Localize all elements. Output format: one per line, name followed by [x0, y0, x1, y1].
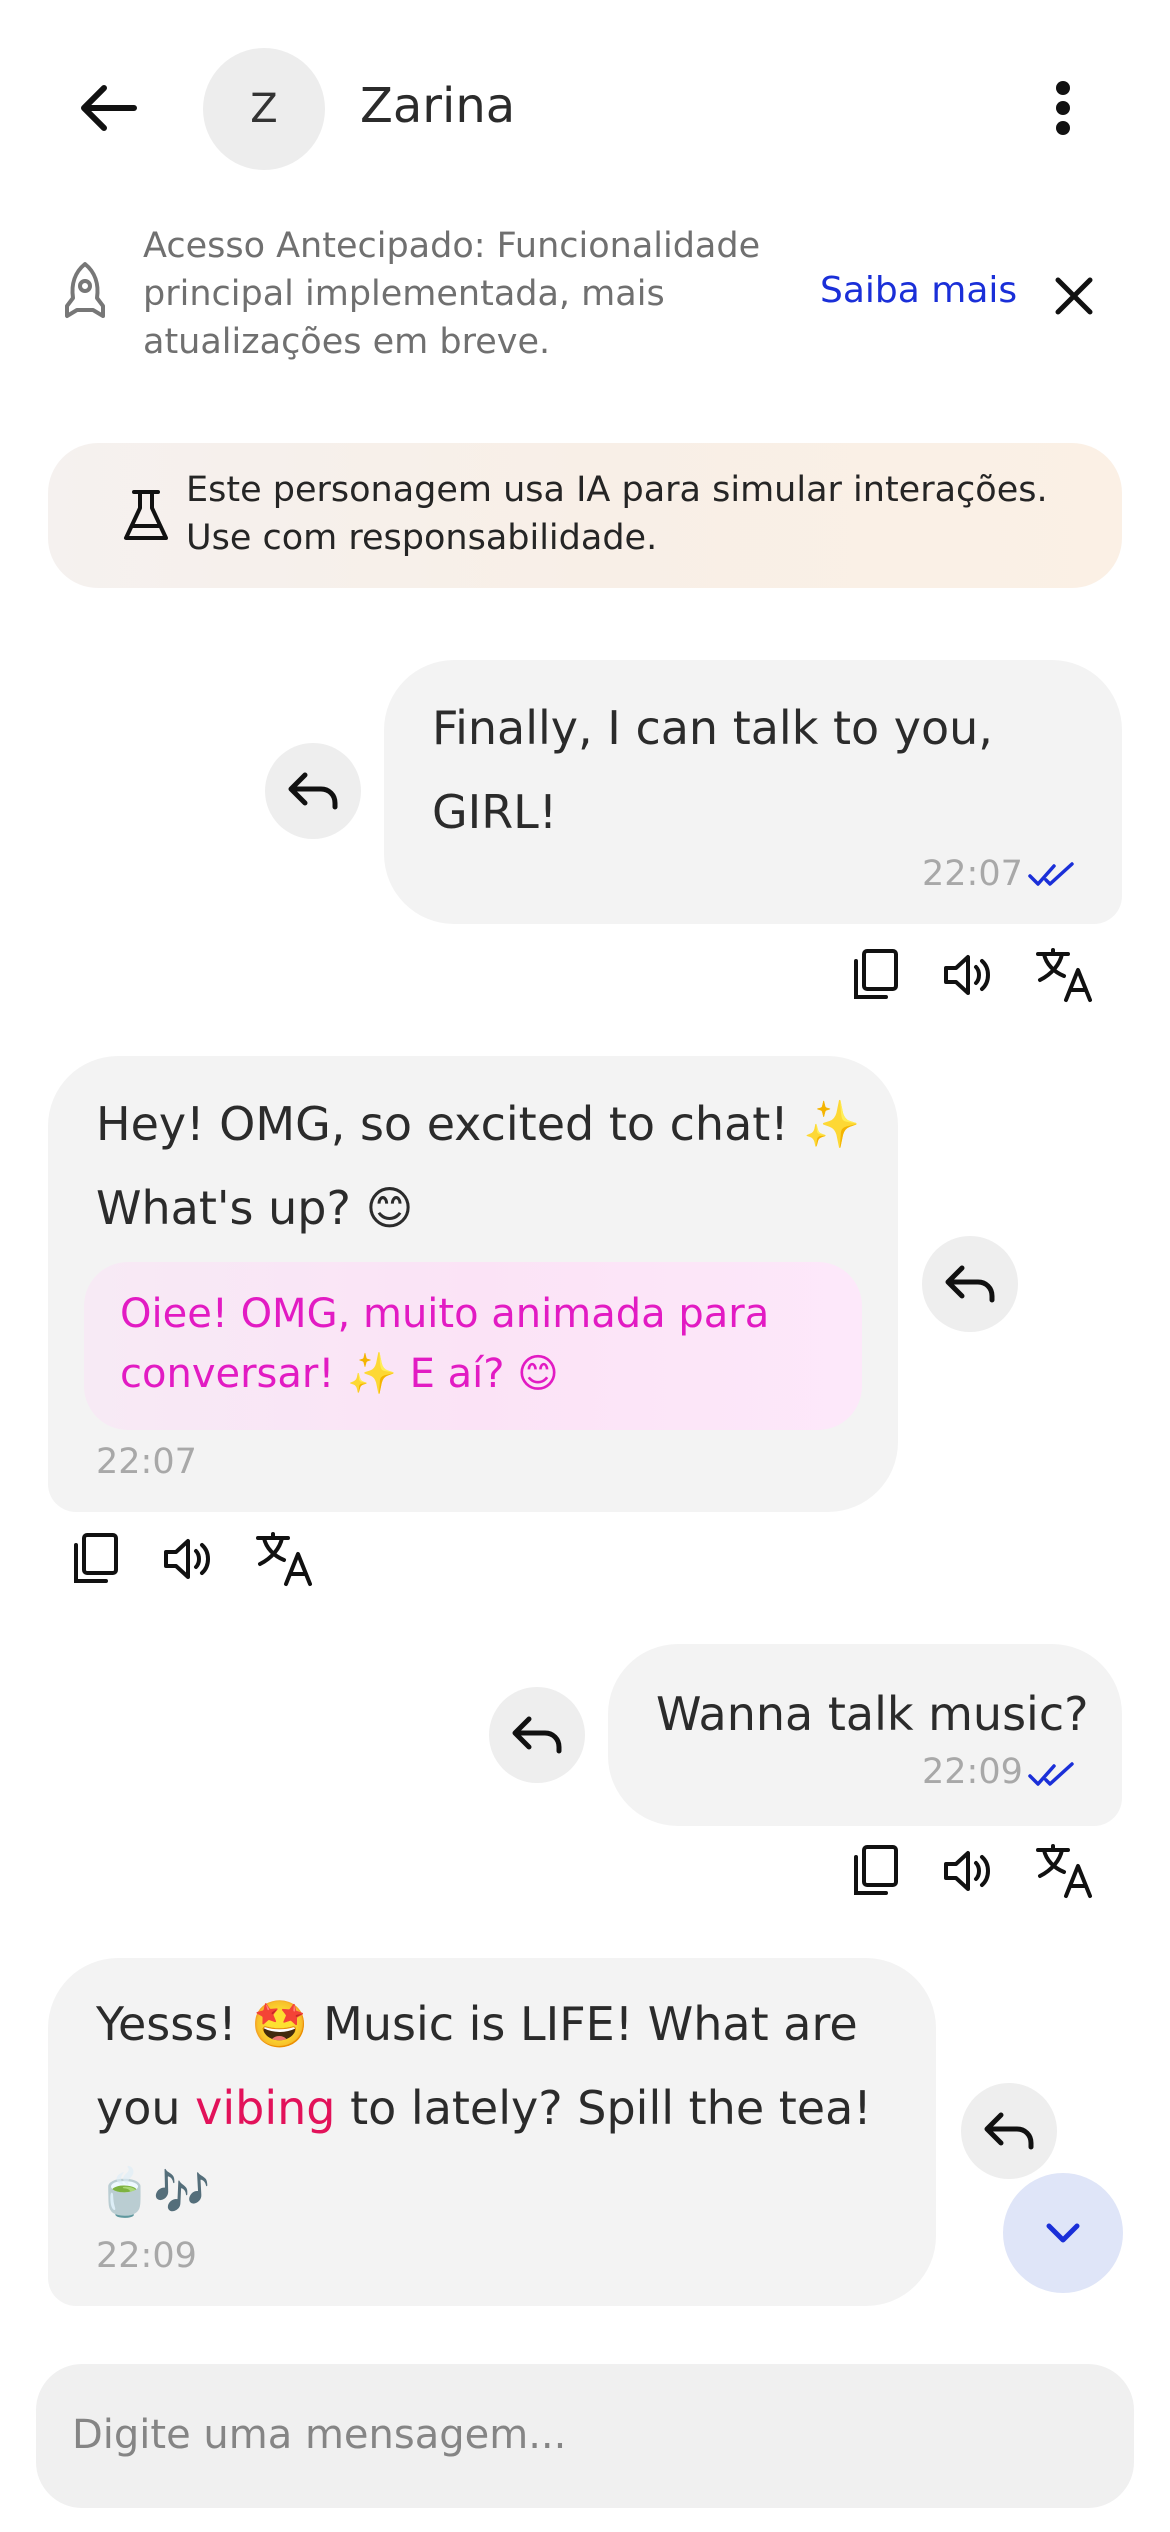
reply-icon: [984, 2112, 1034, 2150]
chevron-down-icon: [1046, 2223, 1080, 2243]
translate-icon[interactable]: [1030, 1836, 1100, 1906]
message-input[interactable]: [72, 2380, 1102, 2490]
double-check-icon: [1028, 1760, 1074, 1788]
message-text: Wanna talk music?: [656, 1687, 1089, 1741]
message-time: 22:09: [96, 2236, 197, 2276]
reply-button[interactable]: [265, 743, 361, 839]
early-access-text: Acesso Antecipado: Funcionalidade princi…: [143, 226, 761, 362]
close-icon[interactable]: [1040, 262, 1108, 330]
disclaimer-text: Este personagem usa IA para simular inte…: [186, 470, 1048, 558]
reply-icon: [512, 1716, 562, 1754]
message-time: 22:07: [96, 1442, 197, 1482]
message-text: Finally, I can talk to you, GIRL!: [432, 701, 993, 839]
translate-icon[interactable]: [250, 1524, 320, 1594]
speaker-icon[interactable]: [155, 1524, 225, 1594]
copy-icon[interactable]: [840, 940, 910, 1010]
double-check-icon: [1028, 860, 1074, 888]
rocket-icon: [50, 258, 120, 328]
reply-button[interactable]: [489, 1687, 585, 1783]
scroll-to-bottom-button[interactable]: [1003, 2173, 1123, 2293]
avatar[interactable]: Z: [203, 48, 325, 170]
highlighted-word: vibing: [195, 2081, 336, 2135]
copy-icon[interactable]: [840, 1836, 910, 1906]
message-text: Yesss! 🤩 Music is LIFE! What are you vib…: [96, 1982, 886, 2234]
back-arrow-icon[interactable]: [60, 60, 156, 156]
copy-icon[interactable]: [60, 1524, 130, 1594]
translate-icon[interactable]: [1030, 940, 1100, 1010]
translation-text: Oiee! OMG, muito animada para conversar!…: [120, 1291, 770, 1397]
reply-icon: [288, 772, 338, 810]
more-vertical-icon[interactable]: [1020, 60, 1106, 156]
message-text: Hey! OMG, so excited to chat! ✨ What's u…: [96, 1097, 861, 1235]
speaker-icon[interactable]: [935, 1836, 1005, 1906]
reply-button[interactable]: [961, 2083, 1057, 2179]
speaker-icon[interactable]: [935, 940, 1005, 1010]
message-time: 22:09: [922, 1752, 1023, 1792]
reply-icon: [945, 1265, 995, 1303]
message-time: 22:07: [922, 854, 1023, 894]
avatar-initial: Z: [250, 86, 278, 132]
learn-more-link[interactable]: Saiba mais: [820, 270, 1017, 311]
chat-title: Zarina: [360, 78, 516, 134]
reply-button[interactable]: [922, 1236, 1018, 1332]
flask-icon: [120, 488, 172, 544]
